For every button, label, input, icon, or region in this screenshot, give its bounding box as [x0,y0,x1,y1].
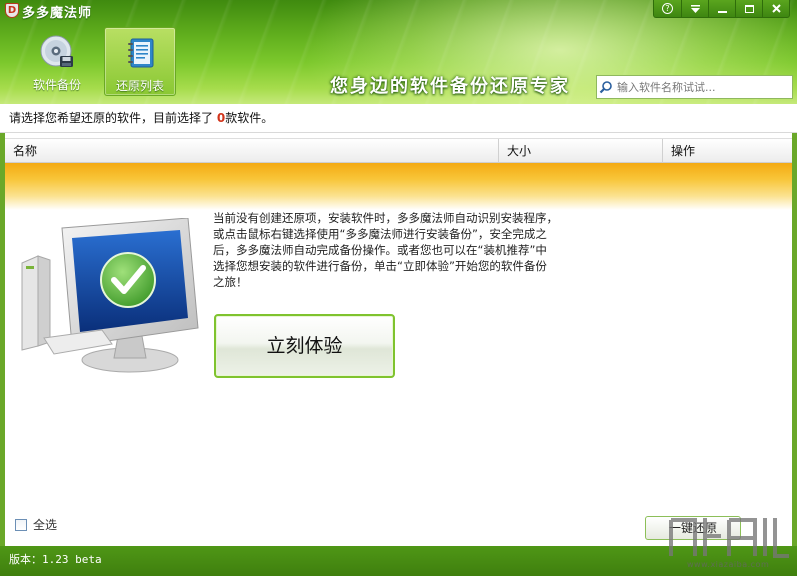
watermark-glyph-icon [669,518,789,558]
empty-state-line: 之旅！ [213,275,248,289]
maximize-button[interactable] [735,0,762,17]
watermark-logo: www.xiazaiba.com [665,512,793,576]
app-title: 多多魔法师 [22,6,93,21]
column-header-operation[interactable]: 操作 [663,139,792,163]
empty-list-band [5,163,792,210]
empty-state-line: 选择您想安装的软件进行备份，单击“立即体验”开始您的软件备份 [213,259,547,273]
empty-state-line: 或点击鼠标右键选择使用“多多魔法师进行安装备份”，安全完成之 [213,227,547,241]
help-button[interactable]: ? [654,0,681,17]
restore-table-header: 名称 大小 操作 [5,138,792,163]
window-controls: ? [653,0,790,18]
empty-state-description: 当前没有创建还原项，安装软件时，多多魔法师自动识别安装程序， 或点击鼠标右键选择… [213,210,583,290]
selection-info-suffix: 款软件。 [225,111,274,125]
search-input[interactable] [617,80,787,94]
selection-info-prefix: 请选择您希望还原的软件，目前选择了 [9,111,217,125]
select-all-checkbox[interactable] [15,518,27,531]
empty-state-line: 当前没有创建还原项，安装软件时，多多魔法师自动识别安装程序， [213,211,558,225]
minimize-icon [717,10,727,13]
try-now-button[interactable]: 立刻体验 [214,314,395,378]
menu-dropdown-icon [690,4,700,13]
notebook-list-icon [128,38,154,68]
selection-count: 0 [216,111,226,125]
computer-check-icon [21,218,199,373]
select-all-toggle[interactable]: 全选 [15,516,57,533]
app-logo-icon: D [5,3,19,18]
frame-right [792,104,797,546]
tab-restore-list[interactable]: 还原列表 [104,27,176,96]
search-icon[interactable] [597,76,617,98]
select-all-label: 全选 [33,518,58,532]
column-header-size[interactable]: 大小 [499,139,663,163]
disc-backup-icon [40,35,73,67]
search-box [596,75,793,99]
empty-state-panel: 当前没有创建还原项，安装软件时，多多魔法师自动识别安装程序， 或点击鼠标右键选择… [5,210,792,546]
minimize-button[interactable] [708,0,735,17]
empty-state-line: 后，多多魔法师自动完成备份操作。或者您也可以在“装机推荐”中 [213,243,547,257]
close-icon [771,4,781,13]
tab-software-backup[interactable]: 软件备份 [21,27,93,96]
version-label: 版本：1.23 beta [9,553,102,566]
title-bar-header: D 多多魔法师 ? 软件备份 还原列表 您身边的软件备份还原专家 输入软件名称试… [0,0,797,104]
slogan: 您身边的软件备份还原专家 [330,76,570,97]
menu-button[interactable] [681,0,708,17]
selection-info-bar: 请选择您希望还原的软件，目前选择了 0款软件。 [0,104,797,133]
tab-restore-list-label: 还原列表 [115,79,164,93]
close-button[interactable] [762,0,789,17]
tab-software-backup-label: 软件备份 [32,78,81,92]
watermark-site: www.xiazaiba.com [687,560,770,569]
column-header-name[interactable]: 名称 [5,139,499,163]
help-icon: ? [662,3,673,14]
maximize-icon [744,4,754,13]
